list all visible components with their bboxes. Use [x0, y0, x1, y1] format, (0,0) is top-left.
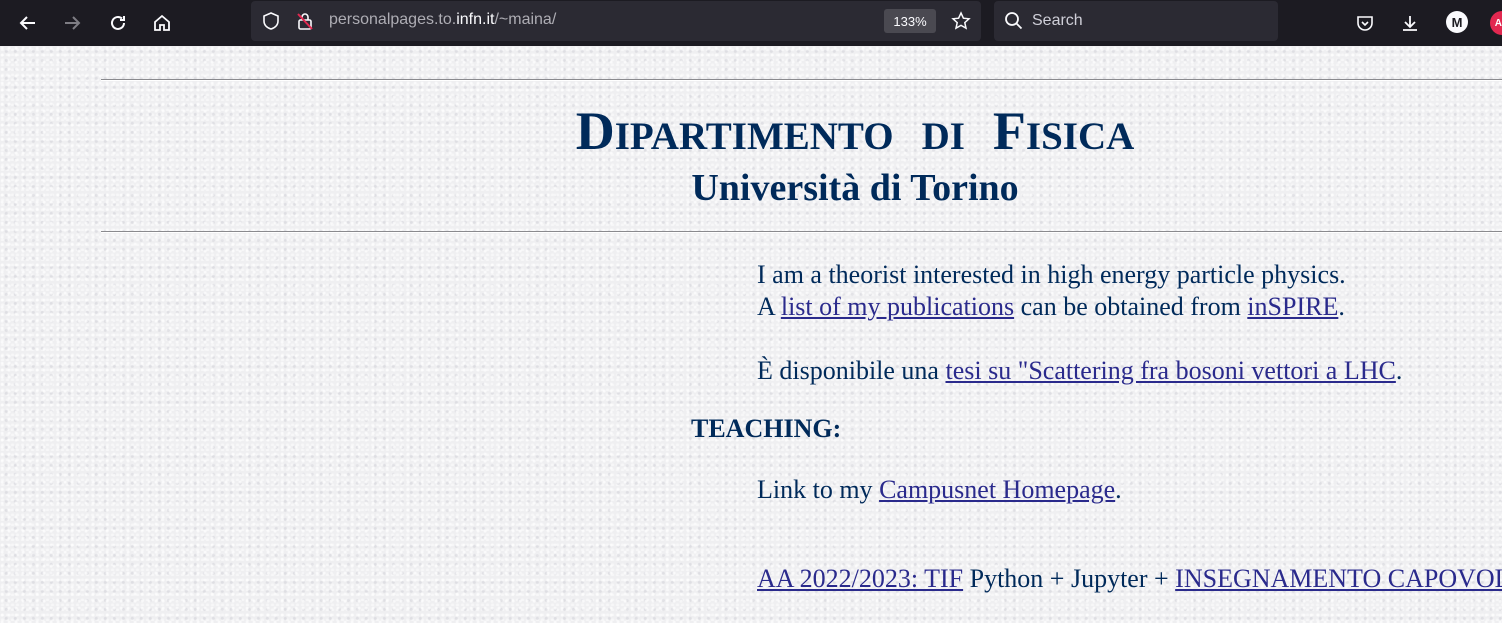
bookmark-star-icon[interactable] — [951, 11, 971, 31]
publications-link[interactable]: list of my publications — [781, 292, 1014, 321]
search-placeholder: Search — [1032, 12, 1083, 29]
top-divider — [101, 79, 1502, 81]
course-tif-link[interactable]: AA 2022/2023: TIF — [757, 564, 963, 593]
intro-line-2: A list of my publications can be obtaine… — [757, 292, 1345, 322]
dept-initial-f: F — [992, 101, 1026, 161]
url-prefix: personalpages.to. — [329, 11, 457, 28]
university-title: Università di Torino — [691, 167, 1019, 209]
insecure-lock-icon[interactable] — [295, 11, 315, 31]
reload-button[interactable] — [103, 8, 133, 38]
inspire-link[interactable]: inSPIRE — [1247, 292, 1338, 321]
page-content: DIPARTIMENTO DI FISICA Università di Torin… — [0, 46, 1502, 623]
url-path: /~maina/ — [494, 11, 557, 28]
search-icon — [1005, 12, 1023, 30]
campusnet-suffix: . — [1115, 475, 1122, 504]
dept-word-di: DI — [921, 115, 965, 158]
dept-rest-1: IPARTIMENTO — [614, 115, 894, 158]
zoom-level-badge[interactable]: 133% — [884, 9, 936, 33]
shield-icon[interactable] — [261, 11, 281, 31]
bottom-divider — [101, 231, 1502, 233]
thesis-link[interactable]: tesi su "Scattering fra bosoni vettori a… — [945, 356, 1395, 385]
forward-arrow-icon — [65, 16, 81, 30]
adblock-extension-icon[interactable]: AB — [1490, 11, 1502, 35]
dept-initial-d: D — [575, 101, 615, 161]
pocket-button[interactable] — [1350, 8, 1380, 38]
search-box[interactable]: Search — [994, 1, 1278, 41]
reload-icon — [111, 15, 125, 30]
address-bar[interactable]: personalpages.to.infn.it/~maina/ 133% — [251, 1, 981, 41]
back-arrow-icon — [19, 16, 35, 30]
back-button[interactable] — [13, 8, 43, 38]
teaching-heading: TEACHING: — [691, 414, 842, 443]
intro-line-2-middle: can be obtained from — [1014, 292, 1248, 321]
home-icon — [154, 14, 170, 31]
intro-line-2-prefix: A — [757, 292, 781, 321]
account-avatar[interactable]: M — [1446, 11, 1468, 33]
thesis-line: È disponibile una tesi su "Scattering fr… — [757, 356, 1402, 386]
url-text[interactable]: personalpages.to.infn.it/~maina/ — [329, 11, 556, 29]
url-host: infn.it — [456, 11, 495, 28]
intro-line-1: I am a theorist interested in high energ… — [757, 260, 1346, 289]
course-line: AA 2022/2023: TIF Python + Jupyter + INS… — [757, 564, 1502, 594]
insegnamento-capovolto-link[interactable]: INSEGNAMENTO CAPOVOLTO — [1175, 564, 1502, 593]
browser-toolbar: personalpages.to.infn.it/~maina/ 133% Se… — [0, 0, 1502, 46]
thesis-prefix: È disponibile una — [757, 356, 946, 385]
course-middle: Python + Jupyter + — [963, 564, 1176, 593]
intro-line-2-suffix: . — [1338, 292, 1345, 321]
thesis-suffix: . — [1395, 356, 1403, 385]
campusnet-link[interactable]: Campusnet Homepage — [879, 475, 1115, 504]
download-icon — [1403, 16, 1417, 31]
dept-rest-3: ISICA — [1025, 115, 1135, 158]
downloads-button[interactable] — [1395, 8, 1425, 38]
campusnet-prefix: Link to my — [757, 475, 880, 504]
pocket-icon — [1357, 16, 1373, 31]
department-title: DIPARTIMENTO DI FISICA — [0, 100, 1502, 168]
home-button[interactable] — [147, 8, 177, 38]
campusnet-line: Link to my Campusnet Homepage. — [757, 475, 1122, 505]
forward-button[interactable] — [57, 8, 87, 38]
